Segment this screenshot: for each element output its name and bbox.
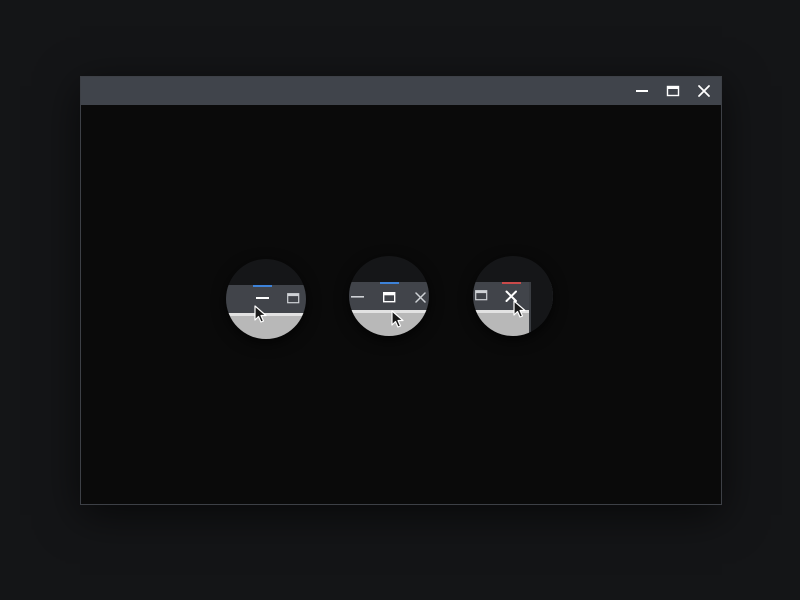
minimize-icon xyxy=(256,297,269,299)
window-content xyxy=(81,105,721,504)
magnifier-minimize-hover xyxy=(226,259,306,339)
close-icon xyxy=(698,85,710,97)
minimize-icon xyxy=(351,296,364,298)
cursor-arrow-icon xyxy=(391,310,404,328)
maximize-icon xyxy=(383,292,396,303)
title-bar[interactable] xyxy=(81,77,721,105)
maximize-icon xyxy=(475,290,488,301)
magnifier-maximize-hover xyxy=(349,256,429,336)
cursor-arrow-icon xyxy=(513,300,526,318)
hover-indicator-blue xyxy=(380,282,399,284)
hover-indicator-blue xyxy=(253,285,272,287)
minimize-button[interactable] xyxy=(627,77,657,105)
magnifier-close-hover xyxy=(473,256,553,336)
minimize-icon xyxy=(636,90,648,92)
maximize-button[interactable] xyxy=(658,77,688,105)
maximize-icon xyxy=(666,85,680,97)
close-icon xyxy=(415,292,426,303)
maximize-icon xyxy=(287,293,300,304)
close-button[interactable] xyxy=(689,77,719,105)
hover-indicator-red xyxy=(502,282,521,284)
cursor-arrow-icon xyxy=(254,305,267,323)
app-window xyxy=(80,76,722,505)
